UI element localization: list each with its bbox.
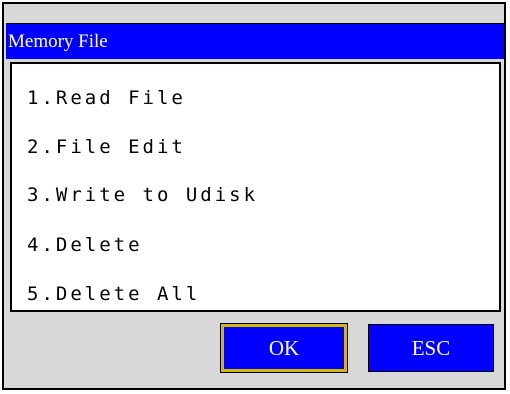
window-title: Memory File: [8, 31, 108, 52]
ok-button[interactable]: OK: [220, 323, 348, 373]
menu-list: 1.Read File 2.File Edit 3.Write to Udisk…: [10, 62, 501, 312]
menu-item-read-file[interactable]: 1.Read File: [27, 83, 447, 113]
menu-item-delete[interactable]: 4.Delete: [27, 230, 447, 260]
menu-item-file-edit[interactable]: 2.File Edit: [27, 132, 447, 162]
menu-item-write-to-udisk[interactable]: 3.Write to Udisk: [27, 180, 447, 210]
title-bar: Memory File: [6, 23, 504, 59]
esc-button[interactable]: ESC: [368, 324, 494, 372]
menu-item-delete-all[interactable]: 5.Delete All: [27, 279, 447, 309]
